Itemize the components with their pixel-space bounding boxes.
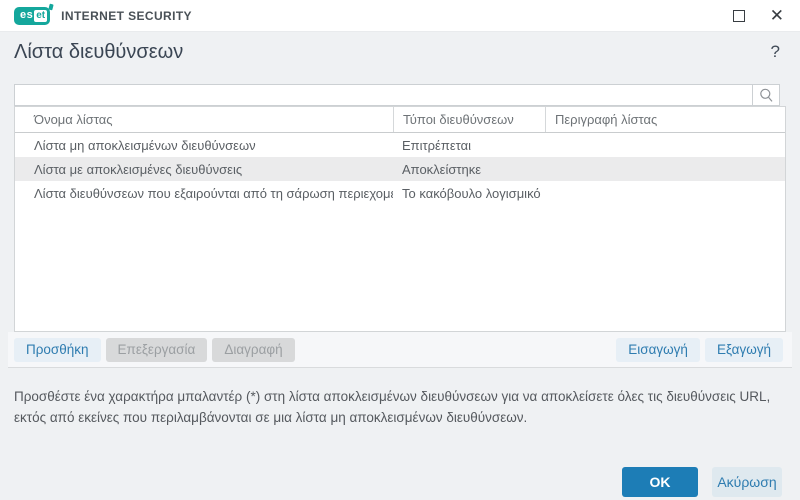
toolbar-right-group: Εισαγωγή Εξαγωγή — [616, 338, 783, 362]
delete-button[interactable]: Διαγραφή — [212, 338, 294, 362]
help-icon[interactable]: ? — [771, 42, 780, 62]
edit-button[interactable]: Επεξεργασία — [106, 338, 208, 362]
wildcard-note: Προσθέστε ένα χαρακτήρα μπαλαντέρ (*) στ… — [14, 386, 786, 428]
search-icon[interactable] — [752, 85, 779, 105]
import-button[interactable]: Εισαγωγή — [616, 338, 700, 362]
table-toolbar: Προσθήκη Επεξεργασία Διαγραφή Εισαγωγή Ε… — [8, 332, 792, 368]
maximize-icon[interactable] — [733, 10, 745, 22]
cell-name: Λίστα με αποκλεισμένες διευθύνσεις — [15, 162, 393, 177]
cell-type: Αποκλείστηκε — [393, 162, 545, 177]
eset-logo-text-right: et — [34, 10, 47, 22]
table-header: Όνομα λίστας Τύποι διευθύνσεων Περιγραφή… — [15, 107, 785, 133]
eset-logo-mark — [48, 3, 53, 10]
table-row[interactable]: Λίστα διευθύνσεων που εξαιρούνται από τη… — [15, 181, 785, 205]
cell-type: Επιτρέπεται — [393, 138, 545, 153]
cell-type: Το κακόβουλο λογισμικό ... — [393, 186, 545, 201]
product-name: INTERNET SECURITY — [61, 9, 192, 23]
eset-logo: es et — [14, 7, 50, 25]
table-row[interactable]: Λίστα μη αποκλεισμένων διευθύνσεωνΕπιτρέ… — [15, 133, 785, 157]
cell-name: Λίστα μη αποκλεισμένων διευθύνσεων — [15, 138, 393, 153]
ok-button[interactable]: OK — [622, 467, 698, 497]
column-header-description[interactable]: Περιγραφή λίστας — [545, 107, 785, 132]
cancel-button[interactable]: Ακύρωση — [712, 467, 782, 497]
page-title: Λίστα διευθύνσεων — [14, 41, 183, 64]
table-body: Λίστα μη αποκλεισμένων διευθύνσεωνΕπιτρέ… — [15, 133, 785, 205]
table-row[interactable]: Λίστα με αποκλεισμένες διευθύνσειςΑποκλε… — [15, 157, 785, 181]
eset-logo-text-left: es — [20, 10, 33, 21]
window-controls: ✕ — [733, 7, 784, 24]
close-icon[interactable]: ✕ — [770, 7, 784, 24]
add-button[interactable]: Προσθήκη — [14, 338, 101, 362]
address-list-table: Όνομα λίστας Τύποι διευθύνσεων Περιγραφή… — [14, 106, 786, 332]
column-header-type[interactable]: Τύποι διευθύνσεων — [393, 107, 545, 132]
toolbar-left-group: Προσθήκη Επεξεργασία Διαγραφή — [14, 338, 295, 362]
search-input[interactable] — [15, 85, 752, 105]
column-header-name[interactable]: Όνομα λίστας — [15, 107, 393, 132]
address-list-dialog: es et INTERNET SECURITY ✕ Λίστα διευθύνσ… — [0, 0, 800, 500]
search-bar — [14, 84, 780, 106]
cell-name: Λίστα διευθύνσεων που εξαιρούνται από τη… — [15, 186, 393, 201]
export-button[interactable]: Εξαγωγή — [705, 338, 783, 362]
app-titlebar: es et INTERNET SECURITY ✕ — [0, 0, 800, 32]
